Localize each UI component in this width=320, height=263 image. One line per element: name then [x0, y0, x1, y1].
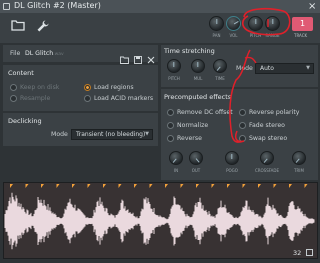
- normalize-checkbox[interactable]: [167, 122, 174, 129]
- load-acid-markers-radio[interactable]: [84, 95, 91, 102]
- file-label: File: [10, 50, 21, 57]
- swap-stereo-label: Swap stereo: [249, 135, 288, 142]
- stretch-mode-value: Auto: [260, 65, 274, 72]
- track-button[interactable]: 1: [292, 17, 313, 31]
- stretch-pitch-knob[interactable]: [167, 59, 181, 73]
- chevron-down-icon: ▼: [145, 131, 149, 137]
- file-name[interactable]: DL Glitch.wav: [25, 50, 64, 57]
- crossfade-label: CROSSFADE: [254, 168, 280, 173]
- crossfade-knob[interactable]: [260, 151, 274, 165]
- file-name-text: DL Glitch: [25, 50, 54, 57]
- file-extension: .wav: [53, 52, 64, 57]
- waveform-lines: [4, 192, 315, 250]
- pogo-knob[interactable]: [225, 151, 239, 165]
- close-window-button[interactable]: ×: [308, 1, 316, 12]
- content-panel: Content Keep on disk Load regions Resamp…: [3, 65, 158, 111]
- trim-label: TRIM: [294, 168, 304, 173]
- pogo-label: POGO: [226, 168, 238, 173]
- stretch-mode-select[interactable]: Auto ▼: [255, 63, 314, 74]
- range-knob[interactable]: [265, 16, 280, 31]
- stretch-pitch-label: PITCH: [168, 76, 180, 81]
- time-stretching-title: Time stretching: [164, 47, 215, 55]
- declicking-title: Declicking: [8, 117, 42, 125]
- keep-on-disk-radio[interactable]: [10, 84, 17, 91]
- volume-knob[interactable]: [226, 16, 241, 31]
- folder-icon[interactable]: [11, 19, 25, 35]
- chevron-down-icon: ▼: [306, 65, 310, 71]
- trim-knob[interactable]: [292, 151, 306, 165]
- swap-stereo-checkbox[interactable]: [239, 135, 246, 142]
- range-label: RANGE: [265, 33, 280, 38]
- time-stretching-panel: Time stretching PITCH MUL TIME Mode Auto…: [161, 45, 318, 87]
- content-title: Content: [8, 69, 34, 77]
- zoom-icon[interactable]: [306, 249, 313, 256]
- zoom-level: 32: [293, 249, 302, 257]
- stretch-time-label: TIME: [215, 76, 225, 81]
- precomputed-effects-panel: Precomputed effects Remove DC offset Rev…: [161, 89, 318, 180]
- volume-label: VOL: [229, 33, 238, 38]
- remove-dc-offset-label: Remove DC offset: [177, 109, 233, 116]
- declicking-mode-value: Transient (no bleeding): [76, 131, 146, 138]
- reverse-polarity-checkbox[interactable]: [239, 109, 246, 116]
- load-acid-markers-label: Load ACID markers: [94, 95, 154, 102]
- pan-knob[interactable]: [209, 16, 224, 31]
- title-bar: DL Glitch #2 (Master) ×: [0, 0, 320, 13]
- stretch-mul-knob[interactable]: [191, 59, 205, 73]
- load-regions-label: Load regions: [94, 84, 134, 91]
- pan-label: PAN: [212, 33, 221, 38]
- track-label: TRACK: [294, 33, 308, 38]
- stretch-time-knob[interactable]: [213, 59, 227, 73]
- waveform-view[interactable]: [3, 182, 318, 259]
- reverse-checkbox[interactable]: [167, 135, 174, 142]
- fade-stereo-checkbox[interactable]: [239, 122, 246, 129]
- precomputed-title: Precomputed effects: [164, 93, 232, 101]
- reverse-polarity-label: Reverse polarity: [249, 109, 300, 116]
- stretch-mode-label: Mode: [236, 65, 253, 72]
- normalize-label: Normalize: [177, 122, 209, 129]
- resample-radio[interactable]: [10, 95, 17, 102]
- declicking-mode-select[interactable]: Transient (no bleeding) ▼: [71, 129, 153, 140]
- stretch-mul-label: MUL: [193, 76, 203, 81]
- load-regions-radio[interactable]: [84, 84, 91, 91]
- declicking-mode-label: Mode: [51, 131, 68, 138]
- declicking-panel: Declicking Mode Transient (no bleeding) ▼: [3, 113, 158, 146]
- in-label: IN: [173, 168, 179, 173]
- keep-on-disk-label: Keep on disk: [20, 84, 60, 91]
- window-icon: [3, 3, 10, 10]
- reverse-label: Reverse: [177, 135, 202, 142]
- waveform: [4, 192, 315, 250]
- in-knob[interactable]: [169, 151, 183, 165]
- remove-dc-offset-checkbox[interactable]: [167, 109, 174, 116]
- pitch-knob[interactable]: [248, 16, 263, 31]
- out-label: OUT: [191, 168, 201, 173]
- resample-label: Resample: [20, 95, 51, 102]
- file-panel: File DL Glitch.wav: [3, 45, 158, 64]
- window-title: DL Glitch #2 (Master): [14, 1, 101, 10]
- wrench-icon[interactable]: [36, 19, 50, 37]
- out-knob[interactable]: [189, 151, 203, 165]
- fade-stereo-label: Fade stereo: [249, 122, 285, 129]
